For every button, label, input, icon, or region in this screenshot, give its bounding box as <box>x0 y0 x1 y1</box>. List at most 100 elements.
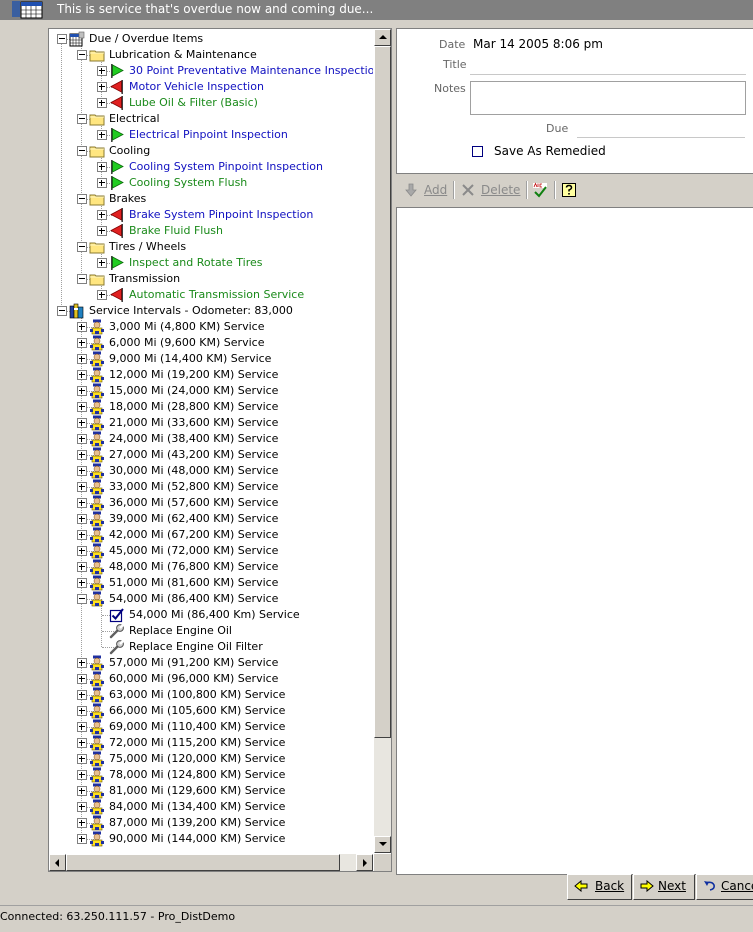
tree-node[interactable]: 51,000 Mi (81,600 KM) Service <box>49 575 373 591</box>
expand-icon[interactable] <box>97 258 107 268</box>
tree-node[interactable]: Cooling System Flush <box>49 175 373 191</box>
scroll-thumb[interactable] <box>374 46 391 738</box>
service-tree[interactable]: Due / Overdue Items Lubrication & Mainten… <box>49 29 373 853</box>
tree-node[interactable]: 33,000 Mi (52,800 KM) Service <box>49 479 373 495</box>
help-button[interactable] <box>561 181 577 199</box>
tree-node[interactable]: Motor Vehicle Inspection <box>49 79 373 95</box>
tree-node[interactable]: Automatic Transmission Service <box>49 287 373 303</box>
tree-node[interactable]: 81,000 Mi (129,600 KM) Service <box>49 783 373 799</box>
expand-icon[interactable] <box>97 178 107 188</box>
expand-icon[interactable] <box>97 210 107 220</box>
expand-icon[interactable] <box>77 354 87 364</box>
collapse-icon[interactable] <box>77 194 87 204</box>
tree-node[interactable]: 30 Point Preventative Maintenance Inspec… <box>49 63 373 79</box>
tree-node[interactable]: Cooling System Pinpoint Inspection <box>49 159 373 175</box>
collapse-icon[interactable] <box>77 114 87 124</box>
scroll-right-button[interactable] <box>356 854 373 871</box>
tree-node[interactable]: 75,000 Mi (120,000 KM) Service <box>49 751 373 767</box>
tree-node[interactable]: Transmission <box>49 271 373 287</box>
tree-node[interactable]: Service Intervals - Odometer: 83,000 <box>49 303 373 319</box>
tree-node[interactable]: 60,000 Mi (96,000 KM) Service <box>49 671 373 687</box>
tree-node[interactable]: 87,000 Mi (139,200 KM) Service <box>49 815 373 831</box>
scroll-down-button[interactable] <box>374 836 391 853</box>
expand-icon[interactable] <box>77 578 87 588</box>
expand-icon[interactable] <box>77 434 87 444</box>
expand-icon[interactable] <box>77 530 87 540</box>
expand-icon[interactable] <box>97 130 107 140</box>
tree-node[interactable]: 21,000 Mi (33,600 KM) Service <box>49 415 373 431</box>
tree-vertical-scrollbar[interactable] <box>374 29 391 853</box>
tree-node[interactable]: Tires / Wheels <box>49 239 373 255</box>
tree-node[interactable]: 54,000 Mi (86,400 KM) Service <box>49 591 373 607</box>
expand-icon[interactable] <box>77 402 87 412</box>
tree-node[interactable]: 57,000 Mi (91,200 KM) Service <box>49 655 373 671</box>
expand-icon[interactable] <box>77 386 87 396</box>
expand-icon[interactable] <box>77 546 87 556</box>
expand-icon[interactable] <box>97 66 107 76</box>
tree-node[interactable]: Replace Engine Oil Filter <box>49 639 373 655</box>
collapse-icon[interactable] <box>77 274 87 284</box>
expand-icon[interactable] <box>77 706 87 716</box>
tree-node[interactable]: 90,000 Mi (144,000 KM) Service <box>49 831 373 847</box>
tree-node[interactable]: 18,000 Mi (28,800 KM) Service <box>49 399 373 415</box>
tree-node[interactable]: 30,000 Mi (48,000 KM) Service <box>49 463 373 479</box>
tree-node[interactable]: 45,000 Mi (72,000 KM) Service <box>49 543 373 559</box>
tree-node[interactable]: Brake Fluid Flush <box>49 223 373 239</box>
expand-icon[interactable] <box>77 722 87 732</box>
tree-node[interactable]: 63,000 Mi (100,800 KM) Service <box>49 687 373 703</box>
collapse-icon[interactable] <box>77 594 87 604</box>
tree-node[interactable]: Brakes <box>49 191 373 207</box>
tree-node[interactable]: Lubrication & Maintenance <box>49 47 373 63</box>
collapse-icon[interactable] <box>77 242 87 252</box>
horizontal-scroll-thumb[interactable] <box>66 854 340 871</box>
collapse-icon[interactable] <box>77 146 87 156</box>
tree-node[interactable]: 27,000 Mi (43,200 KM) Service <box>49 447 373 463</box>
scroll-up-button[interactable] <box>374 29 391 46</box>
back-button[interactable]: Back <box>567 874 632 900</box>
expand-icon[interactable] <box>77 450 87 460</box>
expand-icon[interactable] <box>77 498 87 508</box>
tree-node[interactable]: 72,000 Mi (115,200 KM) Service <box>49 735 373 751</box>
expand-icon[interactable] <box>77 770 87 780</box>
expand-icon[interactable] <box>77 562 87 572</box>
tree-node[interactable]: 6,000 Mi (9,600 KM) Service <box>49 335 373 351</box>
tree-node[interactable]: 36,000 Mi (57,600 KM) Service <box>49 495 373 511</box>
notes-field[interactable] <box>470 81 746 115</box>
scroll-left-button[interactable] <box>49 854 66 871</box>
cancel-button[interactable]: Cancel <box>696 874 753 900</box>
spell-check-button[interactable] <box>532 181 548 199</box>
tree-node[interactable]: 48,000 Mi (76,800 KM) Service <box>49 559 373 575</box>
collapse-icon[interactable] <box>57 34 67 44</box>
expand-icon[interactable] <box>77 482 87 492</box>
tree-node[interactable]: Lube Oil & Filter (Basic) <box>49 95 373 111</box>
expand-icon[interactable] <box>77 322 87 332</box>
tree-node[interactable]: 12,000 Mi (19,200 KM) Service <box>49 367 373 383</box>
tree-node[interactable]: 69,000 Mi (110,400 KM) Service <box>49 719 373 735</box>
tree-node[interactable]: Electrical <box>49 111 373 127</box>
expand-icon[interactable] <box>77 674 87 684</box>
expand-icon[interactable] <box>77 786 87 796</box>
tree-node[interactable]: Electrical Pinpoint Inspection <box>49 127 373 143</box>
expand-icon[interactable] <box>97 82 107 92</box>
collapse-icon[interactable] <box>57 306 67 316</box>
expand-icon[interactable] <box>77 802 87 812</box>
tree-node[interactable]: 54,000 Mi (86,400 Km) Service <box>49 607 373 623</box>
next-button[interactable]: Next <box>633 874 695 900</box>
expand-icon[interactable] <box>77 754 87 764</box>
tree-node[interactable]: 42,000 Mi (67,200 KM) Service <box>49 527 373 543</box>
tree-node[interactable]: Inspect and Rotate Tires <box>49 255 373 271</box>
tree-node[interactable]: Cooling <box>49 143 373 159</box>
expand-icon[interactable] <box>77 834 87 844</box>
expand-icon[interactable] <box>97 290 107 300</box>
expand-icon[interactable] <box>97 162 107 172</box>
expand-icon[interactable] <box>77 818 87 828</box>
tree-node[interactable]: Replace Engine Oil <box>49 623 373 639</box>
tree-node[interactable]: Due / Overdue Items <box>49 31 373 47</box>
save-as-remedied-checkbox[interactable] <box>472 146 483 157</box>
tree-node[interactable]: 39,000 Mi (62,400 KM) Service <box>49 511 373 527</box>
expand-icon[interactable] <box>97 226 107 236</box>
expand-icon[interactable] <box>77 466 87 476</box>
tree-node[interactable]: Brake System Pinpoint Inspection <box>49 207 373 223</box>
tree-node[interactable]: 66,000 Mi (105,600 KM) Service <box>49 703 373 719</box>
collapse-icon[interactable] <box>77 50 87 60</box>
